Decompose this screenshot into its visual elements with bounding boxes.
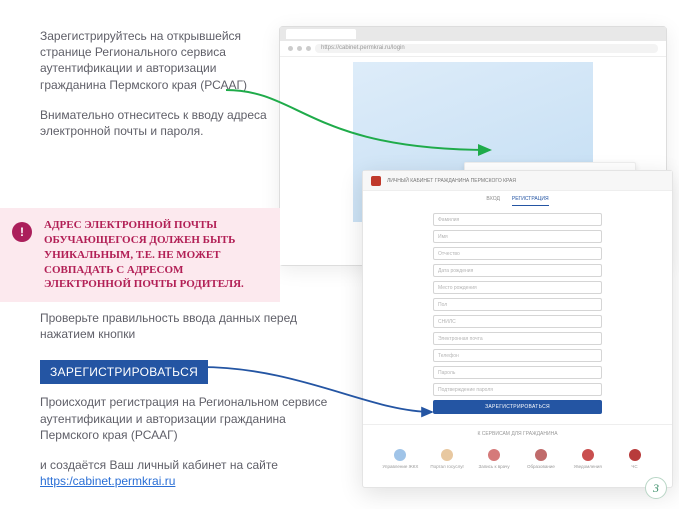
service-item[interactable]: Портал госуслуг — [426, 449, 468, 469]
service-item[interactable]: Уведомления — [567, 449, 609, 469]
field-birthplace[interactable]: Место рождения — [433, 281, 602, 294]
service-icon — [441, 449, 453, 461]
service-item[interactable]: ЧС — [614, 449, 656, 469]
nav-back-icon — [288, 46, 293, 51]
field-password[interactable]: Пароль — [433, 366, 602, 379]
cabinet-link[interactable]: https:/cabinet.permkrai.ru — [40, 474, 175, 488]
registration-form: Фамилия Имя Отчество Дата рождения Место… — [363, 207, 672, 414]
result-prefix: и создаётся Ваш личный кабинет на сайте — [40, 458, 278, 472]
exclamation-icon: ! — [12, 222, 32, 242]
service-label: Уведомления — [574, 464, 602, 469]
service-icon — [488, 449, 500, 461]
crest-icon — [371, 176, 381, 186]
field-snils[interactable]: СНИЛС — [433, 315, 602, 328]
register-button-sample: ЗАРЕГИСТРИРОВАТЬСЯ — [40, 360, 208, 384]
warning-text: АДРЕС ЭЛЕКТРОННОЙ ПОЧТЫ ОБУЧАЮЩЕГОСЯ ДОЛ… — [44, 218, 268, 292]
service-icon — [582, 449, 594, 461]
service-label: Портал госуслуг — [430, 464, 464, 469]
address-bar: https://cabinet.permkrai.ru/login — [315, 44, 658, 53]
page-number-badge: 3 — [645, 477, 667, 499]
result-paragraph-1: Происходит регистрация на Региональном с… — [40, 394, 340, 443]
nav-reload-icon — [306, 46, 311, 51]
check-instruction: Проверьте правильность ввода данных пере… — [40, 310, 340, 342]
field-birthdate[interactable]: Дата рождения — [433, 264, 602, 277]
intro-paragraph-1: Зарегистрируйтесь на открывшейся страниц… — [40, 28, 270, 93]
form-submit-button[interactable]: ЗАРЕГИСТРИРОВАТЬСЯ — [433, 400, 602, 414]
service-label: Управление ЖКХ — [382, 464, 418, 469]
field-phone[interactable]: Телефон — [433, 349, 602, 362]
browser-mock-form: ЛИЧНЫЙ КАБИНЕТ ГРАЖДАНИНА ПЕРМСКОГО КРАЯ… — [362, 170, 673, 488]
intro-paragraph-2: Внимательно отнеситесь к вводу адреса эл… — [40, 107, 270, 139]
field-password-confirm[interactable]: Подтверждение пароля — [433, 383, 602, 396]
form-tabs: ВХОД РЕГИСТРАЦИЯ — [363, 191, 672, 207]
field-patronymic[interactable]: Отчество — [433, 247, 602, 260]
browser-tabstrip — [280, 27, 666, 41]
form-header: ЛИЧНЫЙ КАБИНЕТ ГРАЖДАНИНА ПЕРМСКОГО КРАЯ — [363, 171, 672, 191]
result-paragraph-2: и создаётся Ваш личный кабинет на сайте … — [40, 457, 340, 489]
field-firstname[interactable]: Имя — [433, 230, 602, 243]
services-section-title: К СЕРВИСАМ ДЛЯ ГРАЖДАНИНА — [363, 424, 672, 443]
tab-register[interactable]: РЕГИСТРАЦИЯ — [512, 193, 549, 206]
browser-tab — [286, 29, 356, 39]
tab-login[interactable]: ВХОД — [486, 193, 499, 205]
warning-banner: ! АДРЕС ЭЛЕКТРОННОЙ ПОЧТЫ ОБУЧАЮЩЕГОСЯ Д… — [0, 208, 280, 302]
field-lastname[interactable]: Фамилия — [433, 213, 602, 226]
service-item[interactable]: Запись к врачу — [473, 449, 515, 469]
form-header-title: ЛИЧНЫЙ КАБИНЕТ ГРАЖДАНИНА ПЕРМСКОГО КРАЯ — [387, 178, 516, 184]
service-icon — [535, 449, 547, 461]
service-item[interactable]: Управление ЖКХ — [379, 449, 421, 469]
service-label: ЧС — [631, 464, 637, 469]
field-email[interactable]: Электронная почта — [433, 332, 602, 345]
field-gender[interactable]: Пол — [433, 298, 602, 311]
browser-toolbar: https://cabinet.permkrai.ru/login — [280, 41, 666, 57]
nav-forward-icon — [297, 46, 302, 51]
service-icon — [629, 449, 641, 461]
service-label: Образование — [527, 464, 555, 469]
service-label: Запись к врачу — [478, 464, 509, 469]
service-item[interactable]: Образование — [520, 449, 562, 469]
services-row: Управление ЖКХ Портал госуслуг Запись к … — [363, 443, 672, 479]
service-icon — [394, 449, 406, 461]
